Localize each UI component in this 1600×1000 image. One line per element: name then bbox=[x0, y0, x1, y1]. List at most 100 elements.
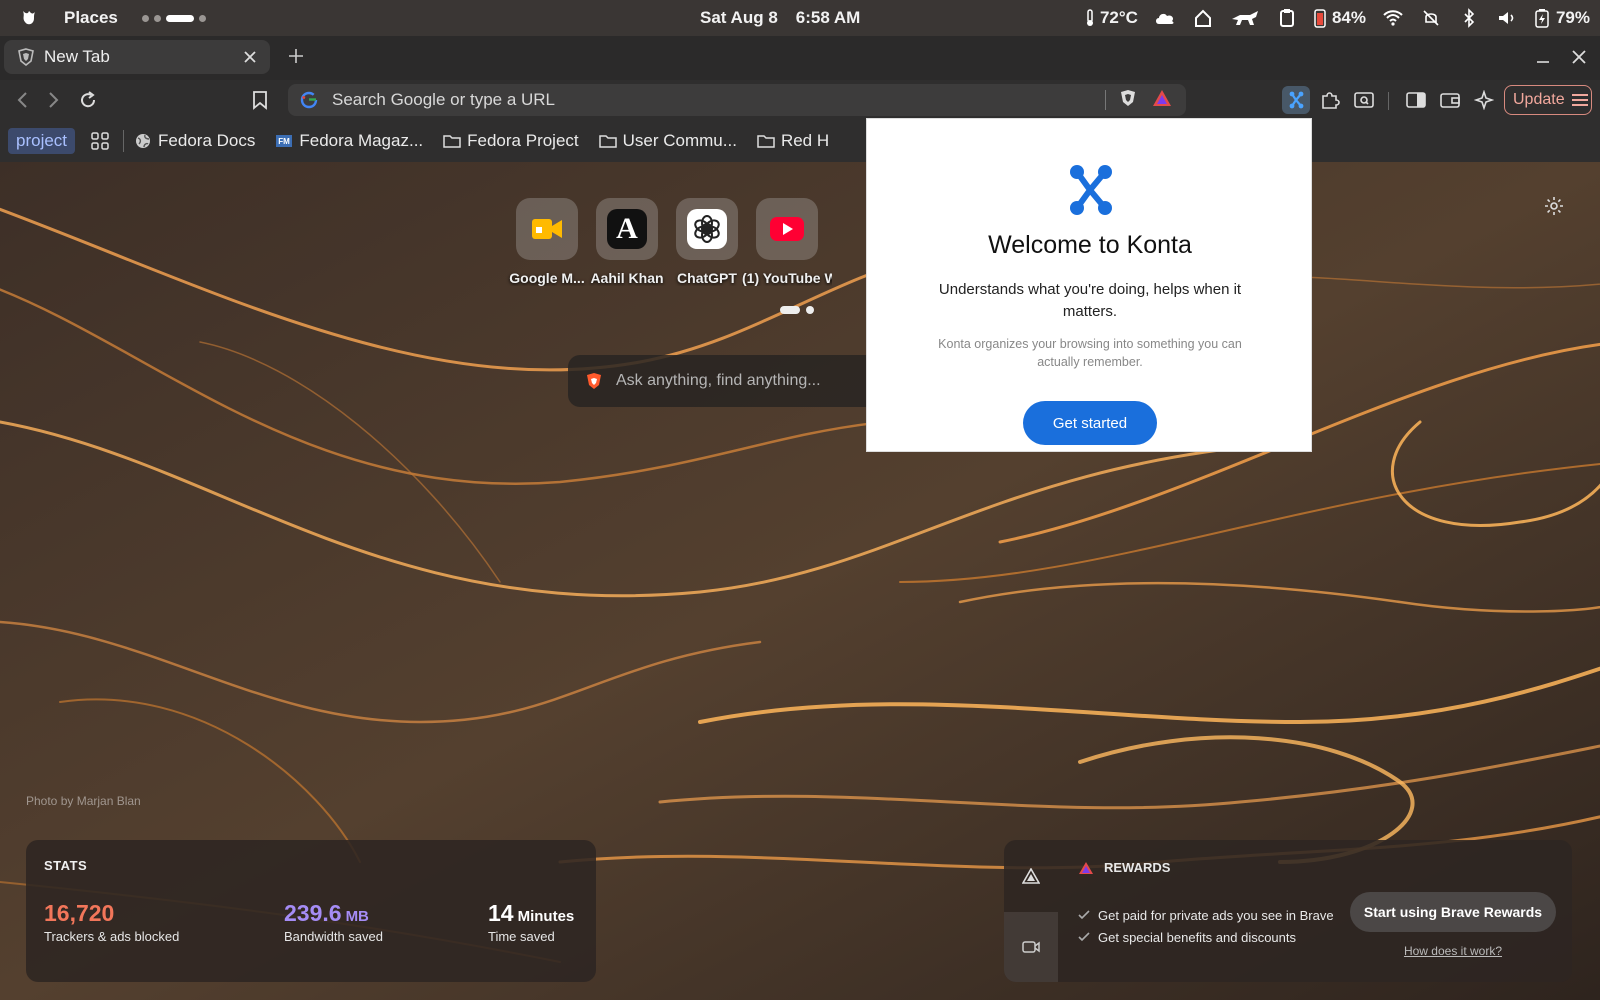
rewards-widget: REWARDS Get paid for private ads you see… bbox=[1004, 840, 1572, 982]
address-bar-placeholder: Search Google or type a URL bbox=[332, 90, 556, 109]
svg-text:FM: FM bbox=[279, 137, 291, 146]
page-search-icon[interactable] bbox=[1350, 86, 1378, 114]
reload-icon[interactable] bbox=[74, 86, 102, 114]
system-top-bar: Places Sat Aug 8 6:58 AM 72°C 84% 79% bbox=[0, 0, 1600, 36]
top-site-youtube[interactable]: (1) YouTube Wha bbox=[742, 198, 832, 286]
animal-app-icon[interactable] bbox=[1230, 7, 1260, 29]
bookmark-label: User Commu... bbox=[622, 131, 737, 150]
clipboard-icon[interactable] bbox=[1276, 7, 1298, 29]
sidebar-toggle-icon[interactable] bbox=[1402, 86, 1430, 114]
stats-widget: STATS 16,720 Trackers & ads blocked 239.… bbox=[26, 840, 596, 982]
bookmark-fedora-project[interactable]: Fedora Project bbox=[443, 131, 579, 151]
bandwidth-value: 239.6 bbox=[284, 900, 342, 926]
close-tab-icon[interactable] bbox=[240, 47, 260, 67]
settings-gear-icon[interactable] bbox=[1544, 196, 1566, 218]
browser-toolbar: Search Google or type a URL Update bbox=[0, 80, 1600, 120]
konta-extension-icon[interactable] bbox=[1282, 86, 1310, 114]
new-tab-button[interactable] bbox=[284, 44, 308, 68]
workspace-indicator[interactable] bbox=[141, 14, 206, 22]
benefit-text: Get special benefits and discounts bbox=[1098, 929, 1297, 945]
photo-credit[interactable]: Photo by Marjan Blan bbox=[26, 794, 141, 808]
cloud-icon[interactable] bbox=[1154, 7, 1176, 29]
thermometer-icon bbox=[1086, 9, 1093, 26]
top-site-label: Google M... bbox=[509, 270, 585, 286]
update-label: Update bbox=[1513, 91, 1565, 108]
konta-welcome-popup: Welcome to Konta Understands what you're… bbox=[866, 118, 1312, 452]
apps-grid-icon[interactable] bbox=[89, 130, 111, 152]
bookmark-page-icon[interactable] bbox=[246, 86, 274, 114]
workspace-label[interactable]: Places bbox=[64, 8, 118, 28]
bandwidth-label: Bandwidth saved bbox=[284, 929, 384, 944]
bookmark-fedora-magazine[interactable]: FM Fedora Magaz... bbox=[275, 131, 423, 151]
bandwidth-unit: MB bbox=[345, 908, 369, 925]
trackers-label: Trackers & ads blocked bbox=[44, 929, 180, 944]
folder-icon bbox=[757, 132, 775, 150]
folder-icon bbox=[443, 132, 461, 150]
bookmark-label: Red H bbox=[780, 131, 830, 150]
top-sites: Google M... A Aahil Khan ChatGPT (1) You… bbox=[509, 198, 832, 286]
top-site-label: Aahil Khan bbox=[590, 270, 664, 286]
extensions-puzzle-icon[interactable] bbox=[1316, 86, 1344, 114]
bluetooth-icon[interactable] bbox=[1458, 7, 1480, 29]
close-window-icon[interactable] bbox=[1568, 46, 1590, 68]
wifi-icon[interactable] bbox=[1382, 7, 1404, 29]
bookmark-label: Fedora Magaz... bbox=[299, 131, 424, 150]
konta-subtitle: Understands what you're doing, helps whe… bbox=[938, 281, 1242, 320]
tab-strip: New Tab bbox=[0, 36, 1600, 80]
forward-icon[interactable] bbox=[40, 86, 68, 114]
konta-title: Welcome to Konta bbox=[988, 231, 1192, 259]
tab-new-tab[interactable]: New Tab bbox=[4, 40, 270, 74]
youtube-icon bbox=[767, 209, 807, 249]
main-battery[interactable]: 79% bbox=[1534, 8, 1590, 28]
omnibox-divider bbox=[1105, 90, 1106, 110]
bookmark-user-community[interactable]: User Commu... bbox=[598, 131, 737, 151]
brave-shields-icon[interactable] bbox=[1120, 89, 1136, 112]
update-button[interactable]: Update bbox=[1504, 85, 1592, 115]
globe-icon bbox=[134, 132, 152, 150]
weather-widget[interactable]: 72°C bbox=[1084, 8, 1138, 28]
device-battery-text: 84% bbox=[1331, 8, 1366, 27]
video-call-tab-icon[interactable] bbox=[1004, 912, 1058, 982]
activities-logo-icon[interactable] bbox=[18, 7, 40, 29]
google-meet-icon bbox=[527, 209, 567, 249]
top-site-label: (1) YouTube Wha bbox=[742, 270, 832, 286]
chatgpt-icon bbox=[687, 209, 727, 249]
time-value: 14 bbox=[488, 900, 514, 926]
top-site-chatgpt[interactable]: ChatGPT bbox=[676, 198, 738, 286]
how-it-works-link[interactable]: How does it work? bbox=[1350, 944, 1556, 958]
device-battery[interactable]: 84% bbox=[1314, 8, 1366, 28]
wallet-icon[interactable] bbox=[1436, 86, 1464, 114]
list-item: Get special benefits and discounts bbox=[1078, 926, 1334, 948]
top-sites-pager[interactable] bbox=[780, 306, 814, 314]
volume-icon[interactable] bbox=[1496, 7, 1518, 29]
notifications-off-icon[interactable] bbox=[1420, 7, 1442, 29]
bookmark-fedora-docs[interactable]: Fedora Docs bbox=[134, 131, 255, 151]
temperature-text: 72°C bbox=[1099, 8, 1138, 27]
toolbar-divider bbox=[1388, 92, 1389, 110]
brave-rewards-icon[interactable] bbox=[1152, 89, 1172, 112]
bookmark-label: Fedora Docs bbox=[158, 131, 256, 150]
rewards-title: REWARDS bbox=[1104, 860, 1171, 875]
bookmark-group-project[interactable]: project bbox=[8, 128, 76, 154]
pager-dot[interactable] bbox=[806, 306, 814, 314]
battery-charging-icon bbox=[1535, 9, 1549, 28]
brave-logo-icon bbox=[587, 373, 601, 389]
start-rewards-button[interactable]: Start using Brave Rewards bbox=[1350, 892, 1556, 932]
get-started-button[interactable]: Get started bbox=[1023, 401, 1157, 445]
clock[interactable]: Sat Aug 8 6:58 AM bbox=[700, 0, 860, 36]
pager-dot-active[interactable] bbox=[780, 306, 800, 314]
back-icon[interactable] bbox=[8, 86, 36, 114]
check-icon bbox=[1078, 910, 1090, 920]
minimize-window-icon[interactable] bbox=[1532, 46, 1554, 68]
time-unit: Minutes bbox=[517, 908, 575, 925]
top-site-aahil-khan[interactable]: A Aahil Khan bbox=[590, 198, 664, 286]
bookmark-red-hat[interactable]: Red H bbox=[757, 131, 829, 151]
ntp-search-box[interactable]: Ask anything, find anything... bbox=[568, 355, 868, 407]
address-bar[interactable]: Search Google or type a URL bbox=[288, 84, 1186, 116]
rewards-tab-icon[interactable] bbox=[1004, 840, 1058, 912]
date-text: Sat Aug 8 bbox=[700, 8, 778, 27]
top-site-google-meet[interactable]: Google M... bbox=[509, 198, 585, 286]
menu-hamburger-icon bbox=[1571, 94, 1588, 106]
leo-ai-icon[interactable] bbox=[1470, 86, 1498, 114]
home-icon[interactable] bbox=[1192, 7, 1214, 29]
